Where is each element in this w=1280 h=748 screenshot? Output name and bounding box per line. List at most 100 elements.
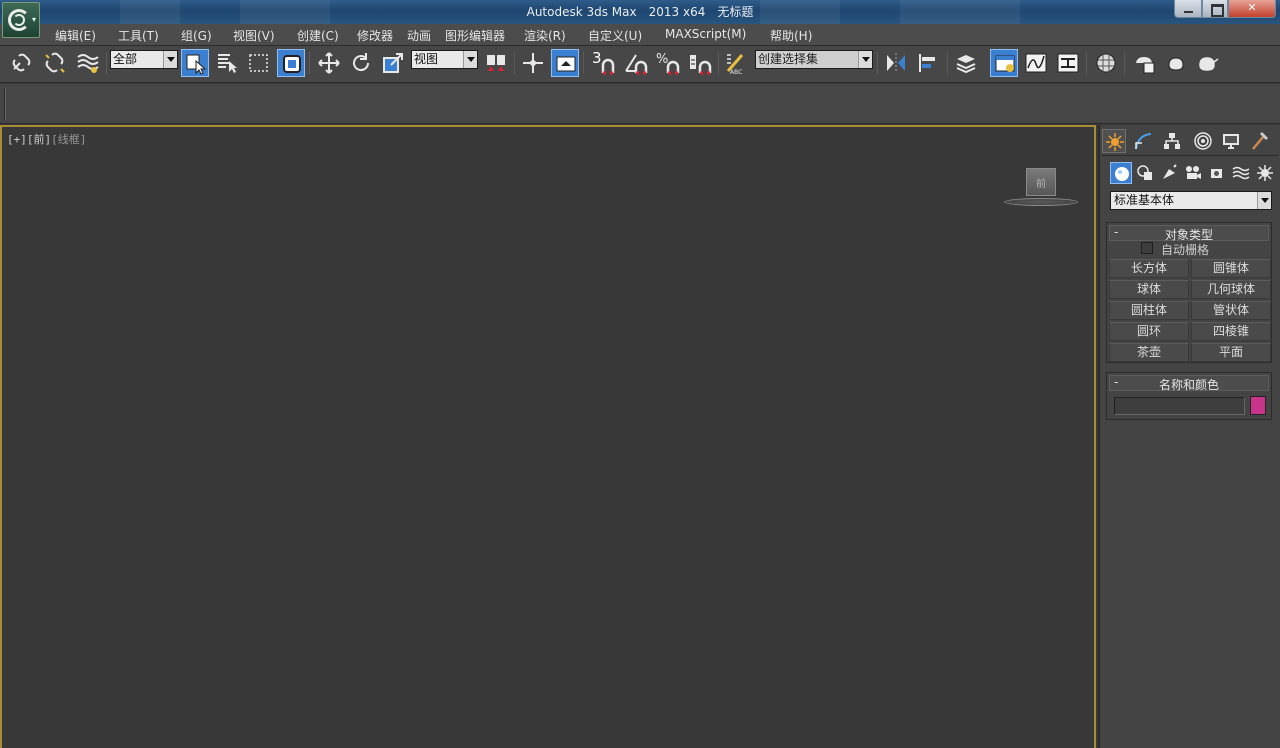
reference-coordinate-value: 视图 [414, 52, 439, 66]
rectangle-region-icon [249, 54, 268, 72]
pivot-center-button[interactable] [482, 49, 510, 77]
tab-modify[interactable] [1131, 129, 1155, 153]
viewport-front[interactable]: [+][前][线框] 前 [0, 125, 1096, 748]
render-setup-button[interactable] [1130, 49, 1158, 77]
object-category-dropdown[interactable]: 标准基本体 [1110, 191, 1272, 210]
subtab-space-warps[interactable] [1230, 162, 1252, 184]
tab-display[interactable] [1219, 129, 1243, 153]
object-color-swatch[interactable] [1250, 396, 1266, 415]
snaps-toggle-button[interactable]: 3 [590, 49, 618, 77]
object-name-field[interactable] [1114, 397, 1245, 415]
box-button[interactable]: 长方体 [1109, 259, 1189, 278]
pyramid-button[interactable]: 四棱锥 [1191, 322, 1271, 341]
sphere-button[interactable]: 球体 [1109, 280, 1189, 299]
selection-filter-dropdown[interactable]: 全部 [110, 50, 178, 69]
keyboard-shortcut-override-button[interactable] [551, 49, 579, 77]
menu-tools[interactable]: 工具(T) [118, 27, 159, 44]
angle-snap-icon [625, 54, 648, 75]
application-menu-button[interactable]: ▾ [2, 2, 40, 38]
subtab-helpers[interactable] [1206, 162, 1228, 184]
subtab-geometry[interactable] [1110, 162, 1132, 184]
selection-filter-value: 全部 [113, 52, 138, 66]
torus-button[interactable]: 圆环 [1109, 322, 1189, 341]
select-and-link-button[interactable] [8, 49, 36, 77]
select-object-button[interactable] [181, 49, 209, 77]
command-panel: 标准基本体 - 对象类型 自动栅格 长方体 圆锥体 球体 几何球体 圆柱体 管状… [1098, 125, 1280, 748]
window-crossing-button[interactable] [277, 49, 305, 77]
region-select-button[interactable] [245, 49, 273, 77]
viewport-point-of-view[interactable]: [前] [27, 133, 51, 146]
ribbon-grip[interactable] [4, 88, 6, 120]
viewport-shading-mode[interactable]: [线框] [51, 133, 86, 146]
subtab-shapes[interactable] [1134, 162, 1156, 184]
menu-graph-editors[interactable]: 图形编辑器 [445, 27, 505, 44]
reference-coordinate-dropdown[interactable]: 视图 [411, 50, 478, 69]
angle-snap-button[interactable] [622, 49, 650, 77]
tab-create[interactable] [1102, 129, 1126, 153]
tab-utilities[interactable] [1247, 129, 1271, 153]
select-and-rotate-button[interactable] [347, 49, 375, 77]
hierarchy-icon [1164, 133, 1180, 149]
layer-manager-button[interactable] [952, 49, 980, 77]
named-selection-dropdown[interactable]: 创建选择集 [755, 50, 873, 69]
select-and-move-button[interactable] [315, 49, 343, 77]
viewcube[interactable]: 前 [1026, 168, 1056, 196]
select-and-scale-button[interactable] [379, 49, 407, 77]
subtab-lights[interactable] [1158, 162, 1180, 184]
menu-group[interactable]: 组(G) [181, 27, 212, 44]
viewcube-compass-ring[interactable] [1004, 198, 1078, 206]
ribbon-icon [995, 55, 1015, 72]
menu-create[interactable]: 创建(C) [297, 27, 339, 44]
curve-editor-button[interactable] [1022, 49, 1050, 77]
minimize-button[interactable] [1174, 0, 1202, 18]
schematic-view-button[interactable] [1054, 49, 1082, 77]
menu-views[interactable]: 视图(V) [233, 27, 275, 44]
geosphere-button[interactable]: 几何球体 [1191, 280, 1271, 299]
select-and-manipulate-button[interactable] [519, 49, 547, 77]
document-name: 无标题 [717, 5, 754, 19]
mirror-button[interactable] [882, 49, 910, 77]
menu-help[interactable]: 帮助(H) [770, 27, 812, 44]
maximize-button[interactable] [1202, 0, 1228, 18]
unlink-selection-button[interactable] [41, 49, 69, 77]
material-editor-button[interactable] [1092, 49, 1120, 77]
edit-named-selection-button[interactable]: ABC [722, 49, 750, 77]
rendered-frame-window-button[interactable] [1162, 49, 1190, 77]
object-type-rollout-header[interactable]: - 对象类型 [1109, 225, 1269, 242]
menu-edit[interactable]: 编辑(E) [55, 27, 96, 44]
viewport-label[interactable]: [+][前][线框] [7, 131, 86, 147]
viewport-menu-plus[interactable]: [+] [7, 133, 27, 146]
menu-rendering[interactable]: 渲染(R) [524, 27, 566, 44]
subtab-systems[interactable] [1254, 162, 1276, 184]
render-production-button[interactable] [1194, 49, 1222, 77]
teapot-button[interactable]: 茶壶 [1109, 343, 1189, 362]
svg-text:%: % [656, 52, 668, 67]
toolbar-separator [514, 52, 515, 74]
app-version: 2013 x64 [648, 5, 706, 19]
menu-animation[interactable]: 动画 [407, 27, 431, 44]
subtab-cameras[interactable] [1182, 162, 1204, 184]
spinner-snap-button[interactable] [686, 49, 714, 77]
title-bar: Autodesk 3ds Max 2013 x64 无标题 [0, 0, 1280, 24]
tube-button[interactable]: 管状体 [1191, 301, 1271, 320]
align-button[interactable] [915, 49, 943, 77]
graphite-modeling-tools-button[interactable] [990, 49, 1018, 77]
select-by-name-button[interactable] [213, 49, 241, 77]
close-button[interactable] [1228, 0, 1276, 18]
cylinder-button[interactable]: 圆柱体 [1109, 301, 1189, 320]
chevron-down-icon [858, 51, 872, 68]
main-toolbar: 全部 视图 3 % ABC 创建选择集 [0, 46, 1280, 83]
toolbar-separator [718, 52, 719, 74]
link-icon [12, 53, 31, 72]
tab-hierarchy[interactable] [1160, 129, 1184, 153]
menu-maxscript[interactable]: MAXScript(M) [665, 27, 746, 41]
menu-modifiers[interactable]: 修改器 [357, 27, 393, 44]
bind-to-space-warp-button[interactable] [74, 49, 102, 77]
autogrid-checkbox[interactable] [1141, 242, 1153, 254]
percent-snap-button[interactable]: % [654, 49, 682, 77]
cone-button[interactable]: 圆锥体 [1191, 259, 1271, 278]
tab-motion[interactable] [1191, 129, 1215, 153]
menu-customize[interactable]: 自定义(U) [588, 27, 642, 44]
name-and-color-rollout-header[interactable]: - 名称和颜色 [1109, 375, 1269, 392]
plane-button[interactable]: 平面 [1191, 343, 1271, 362]
